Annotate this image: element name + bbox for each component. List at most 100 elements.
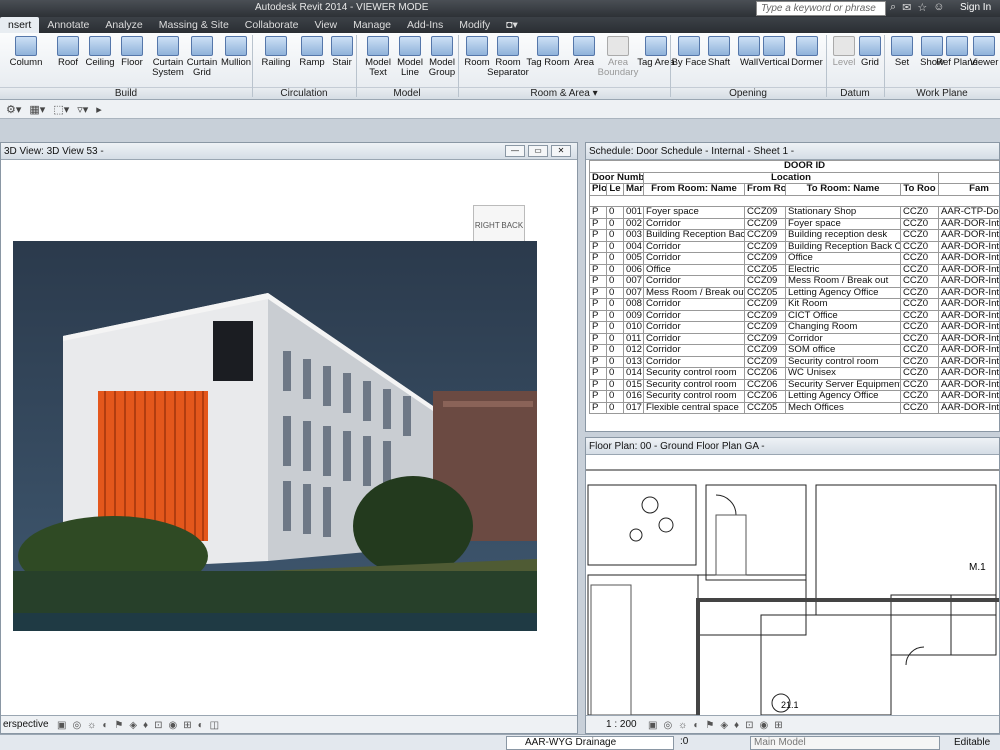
building-render[interactable] — [13, 241, 537, 631]
viewcube-back-face[interactable]: BACK — [501, 221, 523, 230]
schedule-cell[interactable]: 014 — [623, 367, 644, 380]
schedule-cell[interactable]: 012 — [623, 344, 644, 357]
schedule-cell[interactable]: 006 — [623, 263, 644, 276]
ribbon-button-column[interactable]: Column — [4, 33, 48, 89]
schedule-cell[interactable]: AAR-DOR-Int-Sing — [937, 390, 999, 403]
floor-plan-window[interactable]: Floor Plan: 00 - Ground Floor Plan GA - … — [585, 437, 1000, 734]
schedule-cell[interactable]: CCZ0 — [900, 263, 939, 276]
schedule-cell[interactable]: P — [589, 206, 607, 219]
restore-icon[interactable]: ▭ — [528, 145, 548, 157]
schedule-cell[interactable]: 0 — [606, 229, 624, 242]
schedule-cell[interactable]: Electric — [785, 263, 901, 276]
schedule-cell[interactable]: AAR-DOR-Int-Sing — [937, 275, 999, 288]
schedule-cell[interactable]: SOM office — [785, 344, 901, 357]
user-icon[interactable]: ☺ — [933, 1, 944, 14]
schedule-cell[interactable]: P — [589, 367, 607, 380]
schedule-cell[interactable]: 0 — [606, 275, 624, 288]
schedule-cell[interactable]: P — [589, 390, 607, 403]
schedule-cell[interactable]: CCZ0 — [900, 206, 939, 219]
table-row[interactable]: P 0 010 Corridor CCZ09 Changing Room CCZ0 AAR-D… — [589, 321, 999, 334]
schedule-cell[interactable]: 007 — [623, 286, 644, 299]
schedule-cell[interactable]: AAR-DOR-Int-Sing — [937, 332, 999, 345]
schedule-cell[interactable]: CICT Office — [785, 309, 901, 322]
schedule-cell[interactable]: CCZ09 — [744, 217, 786, 230]
schedule-cell[interactable]: CCZ09 — [744, 252, 786, 265]
schedule-cell[interactable]: Corridor — [643, 252, 745, 265]
table-row[interactable]: P 0 004 Corridor CCZ09 Building Reception Bac… — [589, 240, 999, 253]
schedule-cell[interactable]: CCZ0 — [900, 309, 939, 322]
schedule-cell[interactable]: 017 — [623, 401, 644, 414]
schedule-cell[interactable]: Corridor — [643, 217, 745, 230]
schedule-cell[interactable]: Corridor — [785, 332, 901, 345]
schedule-cell[interactable]: CCZ09 — [744, 355, 786, 368]
sign-in-link[interactable]: Sign In — [960, 2, 991, 13]
schedule-cell[interactable]: CCZ06 — [744, 378, 786, 391]
schedule-cell[interactable]: 010 — [623, 321, 644, 334]
close-icon[interactable]: ✕ — [551, 145, 571, 157]
schedule-cell[interactable]: P — [589, 344, 607, 357]
ribbon-panel-label[interactable]: Work Plane — [884, 87, 1000, 99]
help-search-input[interactable]: Type a keyword or phrase — [756, 1, 886, 16]
schedule-cell[interactable]: 001 — [623, 206, 644, 219]
ribbon-panel-label[interactable]: Build — [0, 87, 252, 99]
schedule-cell[interactable]: P — [589, 240, 607, 253]
schedule-cell[interactable]: AAR-DOR-Int-Sing — [937, 298, 999, 311]
ribbon-button-viewer[interactable]: Viewer — [962, 33, 1000, 89]
schedule-cell[interactable]: AAR-DOR-Int-Sing — [937, 367, 999, 380]
viewcube[interactable]: RIGHT BACK — [473, 205, 525, 245]
tab-collaborate[interactable]: Collaborate — [237, 17, 307, 33]
schedule-cell[interactable]: Stationary Shop — [785, 206, 901, 219]
schedule-cell[interactable]: CCZ09 — [744, 240, 786, 253]
schedule-cell[interactable]: Corridor — [643, 321, 745, 334]
tab-massing-site[interactable]: Massing & Site — [151, 17, 237, 33]
table-row[interactable]: P 0 002 Corridor CCZ09 Foyer space CCZ0 AAR-DOR… — [589, 217, 999, 230]
schedule-cell[interactable]: 0 — [606, 355, 624, 368]
schedule-cell[interactable]: P — [589, 378, 607, 391]
schedule-cell[interactable]: P — [589, 355, 607, 368]
schedule-column-header[interactable]: To Roo — [900, 183, 939, 196]
schedule-column-header[interactable]: Le — [606, 183, 624, 196]
schedule-cell[interactable]: Letting Agency Office — [785, 390, 901, 403]
schedule-cell[interactable]: P — [589, 252, 607, 265]
view-3d-window[interactable]: 3D View: 3D View 53 - — ▭ ✕ RIGHT BACK e… — [0, 142, 578, 734]
schedule-cell[interactable]: 011 — [623, 332, 644, 345]
schedule-cell[interactable]: CCZ0 — [900, 344, 939, 357]
schedule-cell[interactable]: Corridor — [643, 275, 745, 288]
schedule-cell[interactable]: Corridor — [643, 298, 745, 311]
table-row[interactable]: P 0 011 Corridor CCZ09 Corridor CCZ0 AAR-DOR-In… — [589, 332, 999, 345]
table-row[interactable]: P 0 013 Corridor CCZ09 Security control room C… — [589, 355, 999, 368]
schedule-cell[interactable]: AAR-DOR-Int-Sing — [937, 309, 999, 322]
schedule-cell[interactable]: 0 — [606, 401, 624, 414]
schedule-cell[interactable]: 0 — [606, 206, 624, 219]
schedule-cell[interactable]: P — [589, 309, 607, 322]
ribbon-panel-label[interactable]: Opening — [670, 87, 826, 99]
schedule-cell[interactable]: AAR-DOR-Int-Sing — [937, 229, 999, 242]
schedule-cell[interactable]: CCZ0 — [900, 298, 939, 311]
schedule-cell[interactable]: CCZ0 — [900, 355, 939, 368]
schedule-cell[interactable]: CCZ0 — [900, 332, 939, 345]
schedule-cell[interactable]: CCZ09 — [744, 344, 786, 357]
schedule-cell[interactable]: CCZ09 — [744, 229, 786, 242]
schedule-cell[interactable]: CCZ0 — [900, 401, 939, 414]
filter-icon[interactable]: ▿▾ — [77, 103, 88, 116]
view-scale-label[interactable]: erspective — [3, 719, 49, 730]
schedule-cell[interactable]: CCZ0 — [900, 252, 939, 265]
schedule-cell[interactable]: 0 — [606, 378, 624, 391]
schedule-cell[interactable]: 0 — [606, 217, 624, 230]
editable-only-checkbox[interactable]: Editable — [954, 737, 990, 748]
schedule-cell[interactable]: 005 — [623, 252, 644, 265]
table-row[interactable]: P 0 016 Security control room CCZ06 Letting A… — [589, 390, 999, 403]
schedule-cell[interactable]: P — [589, 229, 607, 242]
table-row[interactable]: P 0 003 Building Reception Back CCZ09 Buildin… — [589, 229, 999, 242]
schedule-cell[interactable]: P — [589, 401, 607, 414]
schedule-cell[interactable]: 0 — [606, 332, 624, 345]
schedule-cell[interactable]: CCZ09 — [744, 298, 786, 311]
tab-insert[interactable]: nsert — [0, 17, 40, 33]
plan-scale-label[interactable]: 1 : 200 — [588, 719, 637, 730]
schedule-cell[interactable]: Foyer space — [785, 217, 901, 230]
schedule-cell[interactable]: AAR-DOR-Int-Sing — [937, 252, 999, 265]
view-control-icons[interactable]: ▣◎☼◐⚑◈♦⊡◉⊞◐◫ — [57, 717, 225, 734]
schedule-cell[interactable]: CCZ05 — [744, 286, 786, 299]
schedule-cell[interactable]: AAR-DOR-Int-Sing — [937, 286, 999, 299]
schedule-cell[interactable]: CCZ09 — [744, 321, 786, 334]
